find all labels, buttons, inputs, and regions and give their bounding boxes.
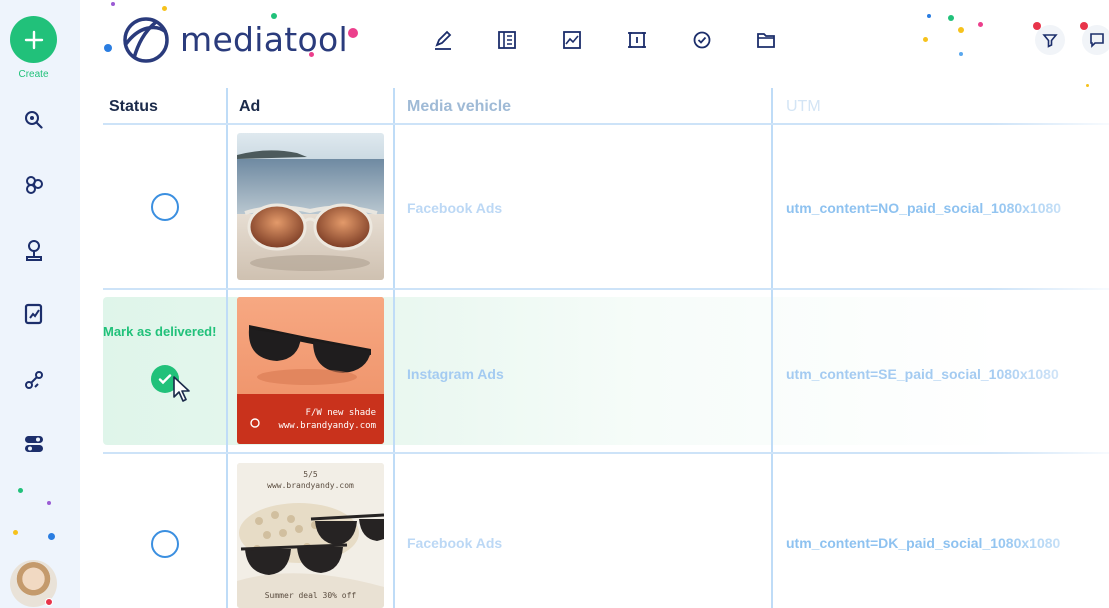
- ad-thumbnail[interactable]: [237, 133, 384, 280]
- pen-icon[interactable]: [430, 27, 456, 53]
- notification-dot: [45, 598, 53, 606]
- status-checkbox[interactable]: [151, 193, 179, 221]
- edge-fade: [990, 88, 1109, 608]
- location-pin-icon[interactable]: [20, 236, 48, 264]
- header-divider: [103, 123, 1109, 125]
- status-checkbox[interactable]: [151, 530, 179, 558]
- media-vehicle-cell: Instagram Ads: [407, 366, 504, 382]
- comment-icon: [1090, 33, 1104, 48]
- column-header-status[interactable]: Status: [109, 98, 158, 116]
- column-header-media-vehicle[interactable]: Media vehicle: [407, 98, 511, 116]
- ad-thumbnail[interactable]: F/W new shade www.brandyandy.com: [237, 297, 384, 444]
- ad-caption-line: www.brandyandy.com: [267, 481, 354, 490]
- logo-mark-icon: [104, 17, 169, 63]
- brand-mark-icon: [250, 418, 260, 428]
- column-divider: [771, 88, 773, 608]
- check-badge-icon[interactable]: [689, 27, 715, 53]
- logo-text: mediatool: [180, 19, 348, 59]
- comment-button[interactable]: [1082, 25, 1109, 55]
- mark-as-delivered-tooltip: Mark as delivered!: [103, 324, 217, 339]
- utm-cell: utm_content=NO_paid_social_1080x1080: [786, 200, 1062, 216]
- media-vehicle-cell: Facebook Ads: [407, 535, 503, 551]
- ad-thumbnail[interactable]: 5/5 www.brandyandy.com Summer deal 30% o…: [237, 463, 384, 608]
- link-icon[interactable]: [20, 366, 48, 394]
- search-icon[interactable]: [20, 106, 48, 134]
- ad-caption-line: F/W new shade: [305, 408, 376, 418]
- folder-icon[interactable]: [753, 27, 779, 53]
- ad-caption-line: 5/5: [303, 470, 318, 479]
- utm-cell: utm_content=SE_paid_social_1080x1080: [786, 366, 1059, 382]
- form-icon[interactable]: [494, 27, 520, 53]
- frame-icon[interactable]: [624, 27, 650, 53]
- mouse-cursor-icon: [173, 376, 190, 402]
- filter-icon: [1042, 34, 1058, 48]
- column-header-utm[interactable]: UTM: [786, 98, 821, 116]
- create-label: Create: [18, 69, 49, 80]
- row-divider: [103, 452, 1109, 454]
- ad-caption-line: www.brandyandy.com: [278, 421, 376, 431]
- hub-icon[interactable]: [20, 171, 48, 199]
- sunglasses-beach-image: [237, 133, 384, 280]
- column-header-ad[interactable]: Ad: [239, 98, 260, 116]
- utm-cell: utm_content=DK_paid_social_1080x1080: [786, 535, 1061, 551]
- create-button[interactable]: [10, 16, 57, 63]
- row-divider: [103, 288, 1109, 290]
- sidebar: Create: [0, 0, 80, 608]
- media-vehicle-cell: Facebook Ads: [407, 200, 503, 216]
- ad-caption: F/W new shade www.brandyandy.com: [278, 407, 376, 433]
- column-divider: [226, 88, 228, 608]
- toggle-icon[interactable]: [20, 430, 48, 458]
- chart-icon[interactable]: [559, 27, 585, 53]
- ad-caption: 5/5 www.brandyandy.com: [237, 469, 384, 491]
- ad-caption-line: Summer deal 30% off: [264, 591, 357, 600]
- column-divider: [393, 88, 395, 608]
- filter-button[interactable]: [1035, 25, 1065, 55]
- plus-icon: [24, 30, 43, 49]
- report-icon[interactable]: [20, 300, 48, 328]
